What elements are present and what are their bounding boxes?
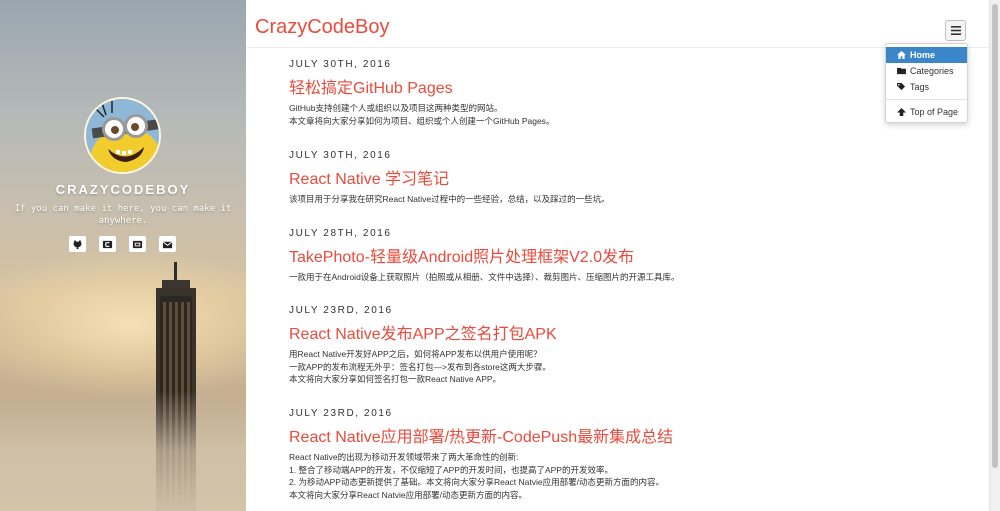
- sidebar: CRAZYCODEBOY If you can make it here, yo…: [0, 0, 246, 511]
- csdn-icon: [102, 240, 113, 248]
- menu-item-top-of-page[interactable]: Top of Page: [886, 104, 967, 120]
- post-date: JULY 30TH, 2016: [289, 150, 392, 161]
- tagline: If you can make it here, you can make it…: [14, 204, 232, 226]
- post-excerpt: 该项目用于分享我在研究React Native过程中的一些经验，总结，以及踩过的…: [289, 193, 979, 206]
- weibo-link[interactable]: [129, 236, 146, 252]
- excerpt-line: 一款用于在Android设备上获取照片（拍照或从相册、文件中选择）、裁剪图片、压…: [289, 272, 680, 282]
- post-preview: JULY 23RD, 2016 React Native应用部署/热更新-Cod…: [289, 408, 979, 501]
- post-excerpt: 用React Native开发好APP之后，如何将APP发布以供用户使用呢？ 一…: [289, 348, 979, 386]
- sky-glow: [0, 250, 246, 400]
- excerpt-line: GitHub支持创建个人或组织以及项目这两种类型的网站。: [289, 103, 503, 113]
- minion-avatar-icon: [86, 99, 159, 172]
- tags-icon: [897, 83, 906, 91]
- post-title-link[interactable]: React Native 学习笔记: [289, 170, 979, 190]
- post-preview: JULY 23RD, 2016 React Native发布APP之签名打包AP…: [289, 305, 979, 386]
- menu-item-label: Tags: [910, 82, 930, 92]
- home-icon: [897, 51, 906, 59]
- arrow-up-icon: [897, 108, 906, 116]
- post-title-link[interactable]: React Native应用部署/热更新-CodePush最新集成总结: [289, 428, 979, 448]
- menu-item-categories[interactable]: Categories: [886, 63, 967, 79]
- brand-link[interactable]: CrazyCodeBoy: [255, 16, 390, 39]
- post-title-link[interactable]: React Native发布APP之签名打包APK: [289, 325, 979, 345]
- folder-icon: [897, 67, 906, 75]
- post-date: JULY 23RD, 2016: [289, 305, 393, 316]
- post-preview: JULY 30TH, 2016 轻松搞定GitHub Pages GitHub支…: [289, 59, 979, 127]
- post-date: JULY 30TH, 2016: [289, 59, 392, 70]
- email-icon: [162, 240, 173, 248]
- page-scrollbar[interactable]: [989, 0, 1000, 511]
- excerpt-line: React Native的出现为移动开发领域带来了两大革命性的创新:: [289, 452, 519, 462]
- scrollbar-thumb[interactable]: [992, 4, 998, 468]
- excerpt-line: 一款APP的发布流程无外乎：签名打包—>发布到各store这两大步骤。: [289, 361, 551, 372]
- menu-item-home[interactable]: Home: [886, 47, 967, 63]
- nav-dropdown-menu: Home Categories Tags Top of Page: [885, 43, 968, 123]
- excerpt-line: 该项目用于分享我在研究React Native过程中的一些经验，总结，以及踩过的…: [289, 194, 610, 204]
- menu-item-tags[interactable]: Tags: [886, 79, 967, 95]
- excerpt-line: 本文章将向大家分享如何为项目、组织或个人创建一个GitHub Pages。: [289, 115, 555, 126]
- github-link[interactable]: [69, 236, 86, 252]
- site-name[interactable]: CRAZYCODEBOY: [0, 182, 246, 197]
- top-navbar: CrazyCodeBoy: [246, 0, 1000, 48]
- menu-item-label: Categories: [910, 66, 954, 76]
- excerpt-line: 本文将向大家分享React Natvie应用部署/动态更新方面的内容。: [289, 489, 528, 500]
- email-link[interactable]: [159, 236, 176, 252]
- menu-toggle-button[interactable]: [945, 20, 966, 41]
- post-title-link[interactable]: 轻松搞定GitHub Pages: [289, 79, 979, 99]
- menu-item-label: Top of Page: [910, 107, 959, 117]
- excerpt-line: 2. 为移动APP动态更新提供了基础。本文将向大家分享React Natvie应…: [289, 477, 664, 487]
- menu-divider: [886, 99, 967, 100]
- social-links: [69, 236, 176, 252]
- excerpt-line: 本文将向大家分享如何签名打包一款React Native APP。: [289, 374, 502, 384]
- post-excerpt: 一款用于在Android设备上获取照片（拍照或从相册、文件中选择）、裁剪图片、压…: [289, 271, 979, 284]
- github-icon: [73, 239, 82, 249]
- weibo-icon: [132, 240, 143, 248]
- excerpt-line: 用React Native开发好APP之后，如何将APP发布以供用户使用呢？: [289, 349, 542, 359]
- avatar[interactable]: [84, 97, 161, 174]
- post-title-link[interactable]: TakePhoto-轻量级Android照片处理框架V2.0发布: [289, 248, 979, 268]
- post-date: JULY 28TH, 2016: [289, 228, 392, 239]
- csdn-link[interactable]: [99, 236, 116, 252]
- post-date: JULY 23RD, 2016: [289, 408, 393, 419]
- post-preview: JULY 28TH, 2016 TakePhoto-轻量级Android照片处理…: [289, 228, 979, 284]
- fog-overlay: [0, 391, 246, 511]
- excerpt-line: 1. 整合了移动端APP的开发，不仅缩短了APP的开发时间，也提高了APP的开发…: [289, 464, 613, 475]
- post-excerpt: React Native的出现为移动开发领域带来了两大革命性的创新: 1. 整合…: [289, 451, 979, 501]
- menu-item-label: Home: [910, 50, 936, 60]
- hamburger-icon: [950, 26, 961, 35]
- post-preview: JULY 30TH, 2016 React Native 学习笔记 该项目用于分…: [289, 150, 979, 206]
- post-excerpt: GitHub支持创建个人或组织以及项目这两种类型的网站。 本文章将向大家分享如何…: [289, 102, 979, 127]
